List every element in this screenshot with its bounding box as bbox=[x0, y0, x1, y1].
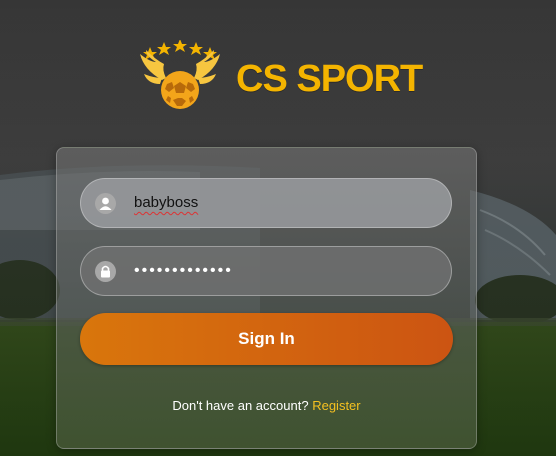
register-link[interactable]: Register bbox=[312, 398, 360, 413]
username-value: babyboss bbox=[134, 194, 199, 211]
login-card: babyboss ••••••••••••• Sign In Don't hav… bbox=[56, 147, 477, 449]
username-field[interactable]: babyboss bbox=[80, 178, 452, 228]
brand-name: CS SPORT bbox=[236, 58, 423, 100]
sign-in-button[interactable]: Sign In bbox=[80, 313, 453, 365]
user-icon bbox=[95, 193, 116, 214]
register-prompt-row: Don't have an account? Register bbox=[57, 398, 476, 413]
password-field[interactable]: ••••••••••••• bbox=[80, 246, 452, 296]
password-value: ••••••••••••• bbox=[134, 262, 233, 279]
lock-icon bbox=[95, 261, 116, 282]
register-prompt: Don't have an account? bbox=[172, 398, 309, 413]
winged-soccer-ball-logo-icon bbox=[140, 40, 220, 109]
